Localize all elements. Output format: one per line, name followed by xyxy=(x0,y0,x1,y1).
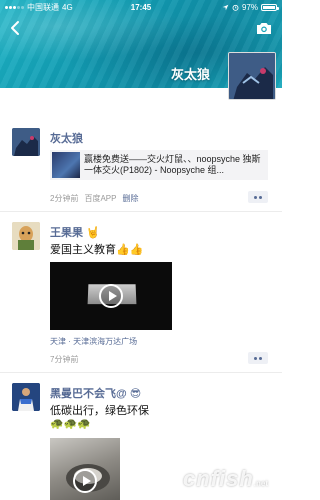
post-text: 低碳出行，绿色环保 xyxy=(50,405,149,417)
avatar-artwork xyxy=(12,222,40,250)
more-actions-button[interactable] xyxy=(248,191,268,203)
post-time: 7分钟前 xyxy=(50,355,79,364)
delete-link[interactable]: 删除 xyxy=(122,193,138,204)
avatar[interactable] xyxy=(12,383,40,411)
watermark: cnfish.net xyxy=(183,466,268,492)
author-name: 王果果 xyxy=(50,227,83,239)
avatar-artwork xyxy=(12,383,40,411)
post-source: 百度APP xyxy=(84,194,117,203)
post-author[interactable]: 灰太狼 xyxy=(50,130,83,146)
shared-link-thumbnail xyxy=(52,152,80,178)
profile-avatar[interactable] xyxy=(228,52,276,100)
status-time: 17:45 xyxy=(130,2,152,12)
battery-percent: 97% xyxy=(241,2,258,12)
network-label: 4G xyxy=(62,2,73,12)
signal-icon xyxy=(5,5,24,9)
avatar[interactable] xyxy=(12,128,40,156)
alarm-icon xyxy=(232,4,239,11)
post-meta: 2分钟前 百度APP 删除 xyxy=(50,193,138,204)
author-emoji: 😎 xyxy=(129,388,142,400)
camera-icon[interactable] xyxy=(256,21,272,35)
status-right: 97% xyxy=(177,2,279,12)
post-author[interactable]: 黑曼巴不会飞@ 😎 xyxy=(50,385,141,401)
watermark-suffix: .net xyxy=(253,479,268,488)
status-left: 中国联通 4G xyxy=(5,2,105,13)
profile-name: 灰太狼 xyxy=(170,67,210,82)
play-icon[interactable] xyxy=(99,284,123,308)
shared-link-title: 赢楼免费送——交火灯鼠、、noopsyche 独斯一体交火(P1802) - N… xyxy=(84,154,261,175)
avatar-artwork xyxy=(229,53,275,99)
post-time: 2分钟前 xyxy=(50,194,79,203)
post-meta: 7分钟前 xyxy=(50,354,78,365)
avatar[interactable] xyxy=(12,222,40,250)
author-name: 黑曼巴不会飞@ xyxy=(50,388,127,400)
video-thumbnail[interactable] xyxy=(50,438,120,500)
battery-fill xyxy=(263,5,275,9)
avatar-artwork xyxy=(12,128,40,156)
watermark-main: cnfish xyxy=(182,466,254,491)
post-divider xyxy=(0,372,282,373)
battery-icon xyxy=(261,3,279,11)
video-thumbnail[interactable] xyxy=(50,262,172,330)
post-text-emoji: 🐢🐢🐢 xyxy=(50,418,92,430)
post-text: 爱国主义教育👍👍 xyxy=(50,244,144,256)
location-arrow-icon xyxy=(222,4,229,10)
post-divider xyxy=(0,211,282,212)
post-location[interactable]: 天津 · 天津滨海万达广场 xyxy=(50,336,137,347)
carrier-label: 中国联通 xyxy=(27,2,59,12)
status-bar: 中国联通 4G 17:45 97% xyxy=(0,0,282,14)
back-arrow-icon[interactable] xyxy=(8,20,24,36)
more-actions-button[interactable] xyxy=(248,352,268,364)
post-author[interactable]: 王果果 🤘 xyxy=(50,224,100,240)
shared-link-card[interactable]: 赢楼免费送——交火灯鼠、、noopsyche 独斯一体交火(P1802) - N… xyxy=(50,150,268,180)
author-emoji: 🤘 xyxy=(86,227,100,239)
